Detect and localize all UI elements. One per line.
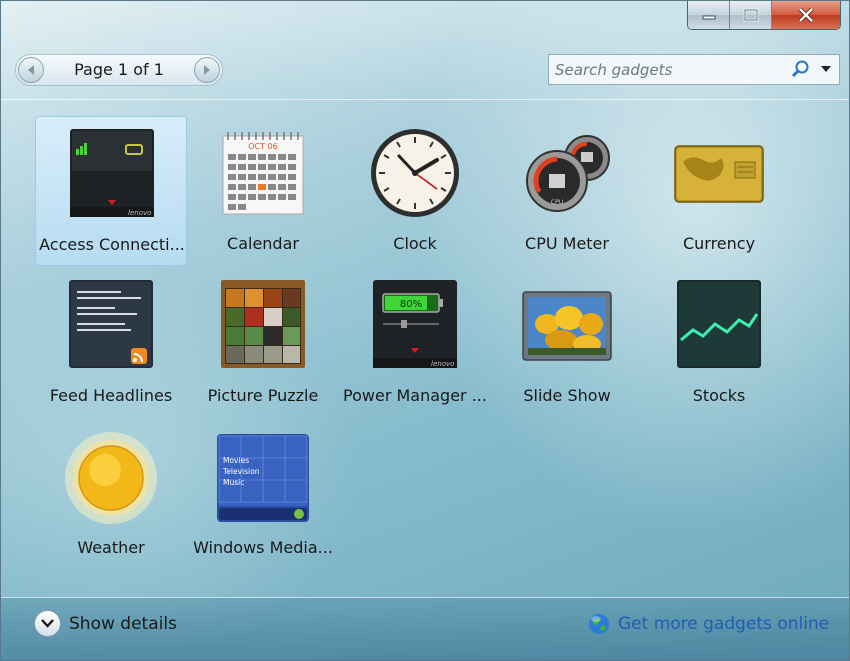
gadget-label: Calendar (227, 234, 299, 253)
gadget-tile-stocks[interactable]: Stocks (643, 268, 795, 418)
gadget-tile-weather[interactable]: Weather (35, 420, 187, 570)
gadget-label: Picture Puzzle (207, 386, 319, 405)
gadget-label: Windows Media... (193, 538, 333, 557)
media-menu-item: Television (222, 467, 260, 476)
svg-text:CPU: CPU (551, 199, 563, 206)
feed-headlines-icon (69, 280, 153, 368)
window-controls (687, 1, 841, 30)
slide-show-icon (522, 291, 612, 361)
show-details-label: Show details (69, 613, 177, 634)
dropdown-arrow-icon[interactable] (815, 58, 837, 80)
gadget-tile-slide-show[interactable]: Slide Show (491, 268, 643, 418)
access-connections-icon: lenovo (70, 129, 154, 217)
close-button[interactable] (772, 1, 840, 29)
gadget-tile-windows-media-center[interactable]: Movies Television Music Windows Media... (187, 420, 339, 570)
calendar-month: OCT 06 (248, 142, 278, 151)
gadget-tile-power-manager[interactable]: 80% lenovo Power Manager ... (339, 268, 491, 418)
maximize-icon (743, 8, 758, 22)
next-page-button[interactable] (194, 57, 220, 83)
chevron-down-icon (34, 610, 61, 637)
svg-text:lenovo: lenovo (128, 209, 151, 217)
gadget-label: Weather (77, 538, 145, 557)
minimize-icon (702, 15, 715, 20)
globe-icon (589, 614, 609, 634)
gadget-tile-cpu-meter[interactable]: CPU CPU Meter (491, 116, 643, 266)
show-details-button[interactable]: Show details (34, 610, 177, 637)
gadget-tile-currency[interactable]: Currency (643, 116, 795, 266)
maximize-button[interactable] (730, 1, 772, 29)
search-input[interactable] (549, 55, 779, 84)
gadget-label: Stocks (692, 386, 746, 405)
bottom-bar: Show details Get more gadgets online (1, 597, 849, 660)
previous-page-button[interactable] (18, 57, 44, 83)
page-navigator: Page 1 of 1 (15, 54, 223, 86)
weather-icon (65, 432, 157, 524)
search-box (548, 54, 840, 85)
gadget-label: Access Connecti... (39, 235, 185, 254)
gadget-tile-calendar[interactable]: OCT 06 Calendar (187, 116, 339, 266)
gadget-tile-feed-headlines[interactable]: Feed Headlines (35, 268, 187, 418)
gadget-label: Currency (682, 234, 756, 253)
picture-puzzle-icon (221, 280, 305, 368)
media-menu-item: Movies (223, 456, 249, 465)
cpu-meter-icon: CPU (526, 135, 610, 212)
svg-text:lenovo: lenovo (431, 360, 454, 368)
search-icon[interactable] (789, 58, 811, 80)
chevron-right-icon (204, 65, 210, 75)
calendar-icon: OCT 06 (222, 132, 304, 215)
minimize-button[interactable] (688, 1, 730, 29)
clock-icon (371, 129, 459, 217)
currency-icon (674, 145, 764, 203)
gadget-label: Clock (393, 234, 437, 253)
gadget-label: CPU Meter (525, 234, 609, 253)
gadget-label: Slide Show (523, 386, 611, 405)
power-manager-icon: 80% lenovo (373, 280, 457, 368)
top-toolbar: Page 1 of 1 (1, 1, 849, 100)
windows-media-center-icon: Movies Television Music (217, 434, 309, 522)
chevron-left-icon (28, 65, 34, 75)
gadget-label: Power Manager ... (343, 386, 487, 405)
get-more-gadgets-link[interactable]: Get more gadgets online (587, 612, 829, 636)
gadget-grid: lenovo Access Connecti... OCT 06 Calenda… (33, 114, 813, 572)
close-icon (798, 7, 814, 23)
stocks-icon (677, 280, 761, 368)
gadget-tile-clock[interactable]: Clock (339, 116, 491, 266)
gadget-label: Feed Headlines (49, 386, 173, 405)
media-menu-item: Music (223, 478, 244, 487)
gadget-tile-picture-puzzle[interactable]: Picture Puzzle (187, 268, 339, 418)
gadget-gallery-window: Page 1 of 1 lenovo (0, 0, 850, 661)
get-more-gadgets-label: Get more gadgets online (618, 614, 830, 634)
gadget-tile-access-connections[interactable]: lenovo Access Connecti... (35, 116, 187, 266)
page-indicator: Page 1 of 1 (74, 60, 164, 79)
battery-percent: 80% (400, 299, 422, 310)
